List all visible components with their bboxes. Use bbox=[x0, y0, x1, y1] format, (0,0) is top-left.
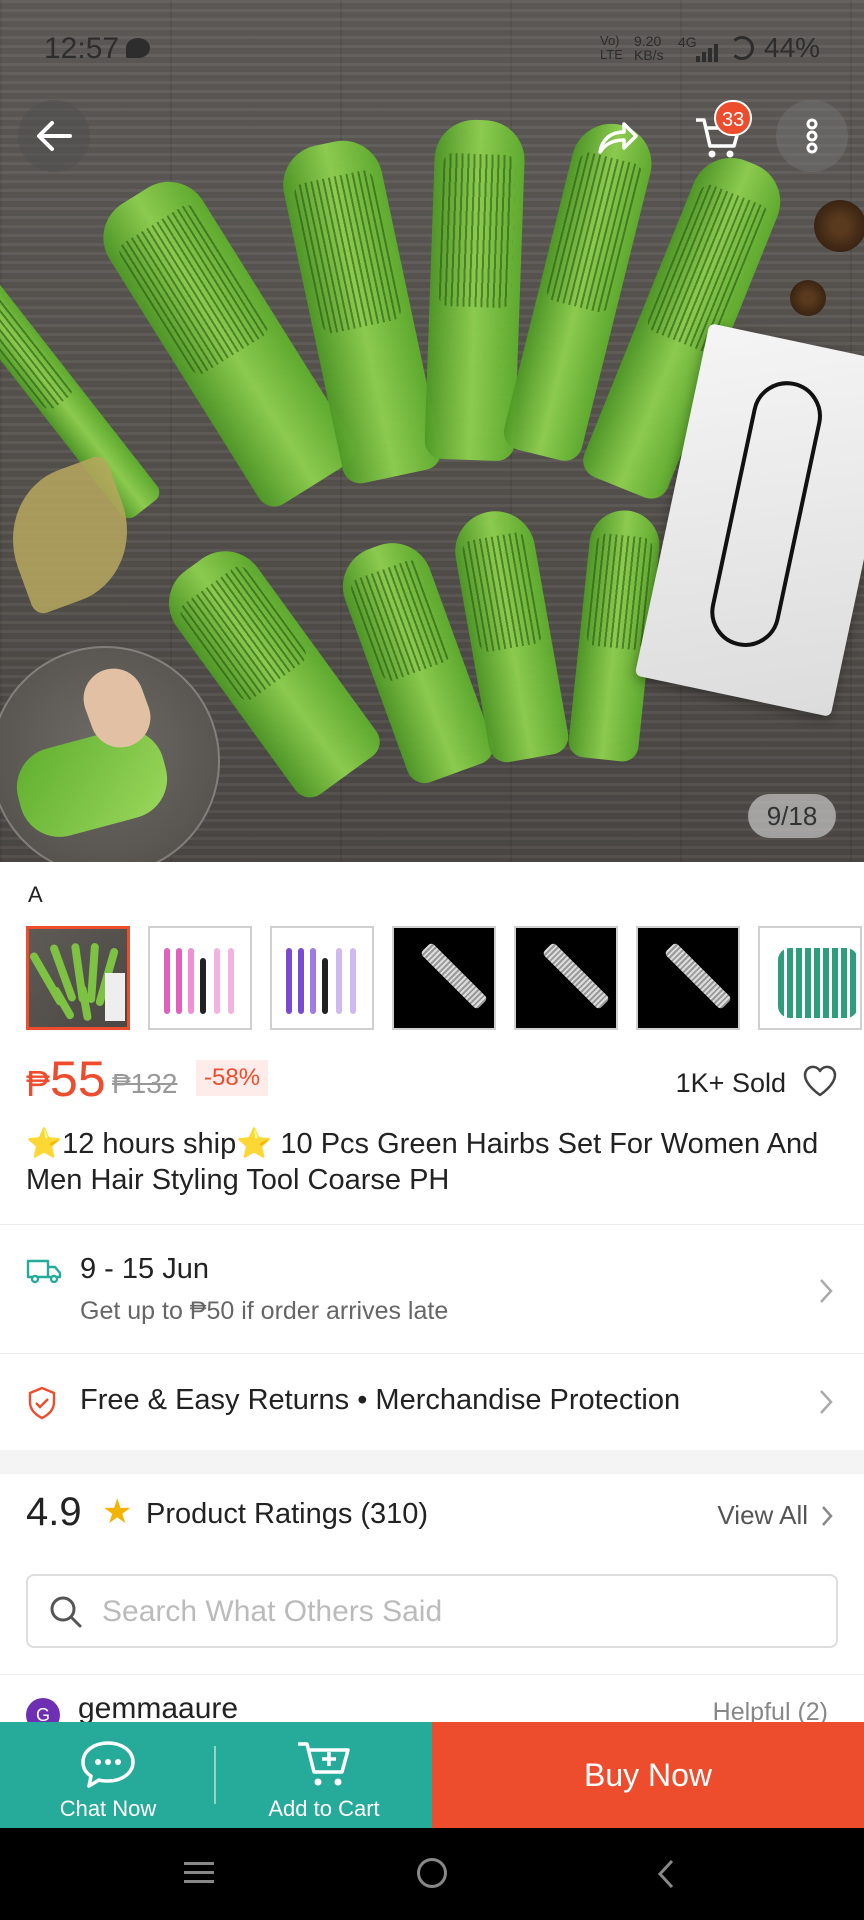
arrow-left-icon bbox=[37, 121, 72, 151]
heart-icon[interactable] bbox=[802, 1064, 838, 1098]
reviewer-name: gemmaaure bbox=[78, 1692, 239, 1722]
status-bar: 12:57 Vo) LTE 9.20 KB/s 4G 44% bbox=[0, 0, 864, 96]
battery-saver-icon bbox=[730, 36, 754, 60]
pinecone-decoration bbox=[814, 200, 864, 252]
variant-thumb[interactable] bbox=[26, 926, 130, 1030]
discount-badge: -58% bbox=[196, 1060, 269, 1096]
add-cart-icon bbox=[298, 1742, 350, 1786]
chat-now-label: Chat Now bbox=[59, 1796, 157, 1821]
add-to-cart-label: Add to Cart bbox=[268, 1796, 380, 1821]
variant-label: A bbox=[28, 882, 43, 907]
variant-thumb[interactable] bbox=[636, 926, 740, 1030]
ratings-label: Product Ratings (310) bbox=[146, 1498, 429, 1530]
review-search-box[interactable] bbox=[26, 1574, 838, 1648]
variant-thumb[interactable] bbox=[148, 926, 252, 1030]
network-speed: 9.20 KB/s bbox=[634, 33, 664, 63]
returns-row[interactable]: Free & Easy Returns • Merchandise Protec… bbox=[0, 1354, 864, 1450]
home-button[interactable] bbox=[417, 1858, 447, 1888]
nav-back-icon[interactable] bbox=[656, 1858, 676, 1890]
chat-now-button[interactable]: Chat Now bbox=[0, 1722, 216, 1828]
bottom-action-bar: Chat Now Add to Cart Buy Now bbox=[0, 1722, 864, 1828]
variant-thumb[interactable] bbox=[514, 926, 618, 1030]
review-preview: G gemmaaure Helpful (2) bbox=[0, 1676, 864, 1722]
avatar: G bbox=[26, 1698, 60, 1722]
chevron-right-icon bbox=[822, 1506, 833, 1526]
original-price: ₱132 bbox=[112, 1068, 178, 1099]
signal-icon bbox=[696, 44, 722, 62]
share-button[interactable] bbox=[580, 100, 652, 172]
message-notification-icon bbox=[126, 38, 150, 58]
section-divider bbox=[0, 1450, 864, 1474]
variant-thumb[interactable] bbox=[392, 926, 496, 1030]
pinecone-decoration bbox=[790, 280, 826, 316]
current-price: ₱55 bbox=[26, 1051, 106, 1107]
chat-bubble-icon bbox=[81, 1741, 135, 1788]
shield-check-icon bbox=[28, 1386, 56, 1420]
inset-photo bbox=[0, 646, 220, 862]
rating-score: 4.9 bbox=[26, 1490, 82, 1534]
star-icon: ⭐ bbox=[26, 1128, 63, 1160]
more-vertical-icon bbox=[806, 118, 818, 154]
recent-apps-button[interactable] bbox=[184, 1862, 214, 1884]
helpful-button[interactable]: Helpful (2) bbox=[713, 1698, 828, 1722]
divider bbox=[0, 1674, 864, 1675]
chevron-right-icon bbox=[820, 1390, 833, 1414]
price-row: ₱55 ₱132 -58% 1K+ Sold bbox=[26, 1050, 838, 1110]
variant-thumb[interactable] bbox=[758, 926, 862, 1030]
search-icon bbox=[50, 1596, 82, 1628]
volte-indicator: Vo) LTE bbox=[600, 33, 623, 62]
network-type: 4G bbox=[678, 34, 697, 50]
buy-now-button[interactable]: Buy Now bbox=[432, 1722, 864, 1828]
add-to-cart-button[interactable]: Add to Cart bbox=[216, 1722, 432, 1828]
status-time: 12:57 bbox=[44, 32, 120, 65]
late-guarantee: Get up to ₱50 if order arrives late bbox=[80, 1297, 449, 1325]
more-options-button[interactable] bbox=[776, 100, 848, 172]
product-title: ⭐12 hours ship⭐ 10 Pcs Green Hairbs Set … bbox=[26, 1128, 819, 1196]
truck-icon bbox=[26, 1259, 62, 1284]
returns-text: Free & Easy Returns • Merchandise Protec… bbox=[80, 1384, 681, 1416]
chevron-right-icon bbox=[820, 1279, 833, 1303]
variant-thumb[interactable] bbox=[270, 926, 374, 1030]
system-nav-bar bbox=[0, 1828, 864, 1920]
view-all-link[interactable]: View All bbox=[717, 1500, 808, 1531]
battery-level: 44% bbox=[764, 32, 821, 63]
cart-count-badge: 33 bbox=[714, 100, 753, 136]
shipping-row[interactable]: 9 - 15 Jun Get up to ₱50 if order arrive… bbox=[0, 1225, 864, 1353]
review-search-input[interactable] bbox=[102, 1590, 802, 1634]
back-button[interactable] bbox=[18, 100, 90, 172]
product-image[interactable]: 12:57 Vo) LTE 9.20 KB/s 4G 44% 33 9/18 bbox=[0, 0, 864, 862]
ratings-header[interactable]: 4.9 ★ Product Ratings (310) View All bbox=[0, 1476, 864, 1556]
sold-count: 1K+ Sold bbox=[675, 1068, 786, 1098]
variant-thumbnails[interactable] bbox=[26, 926, 864, 1030]
star-icon: ★ bbox=[102, 1493, 133, 1531]
image-counter: 9/18 bbox=[748, 794, 836, 838]
share-icon bbox=[598, 122, 638, 154]
delivery-date: 9 - 15 Jun bbox=[80, 1253, 209, 1285]
